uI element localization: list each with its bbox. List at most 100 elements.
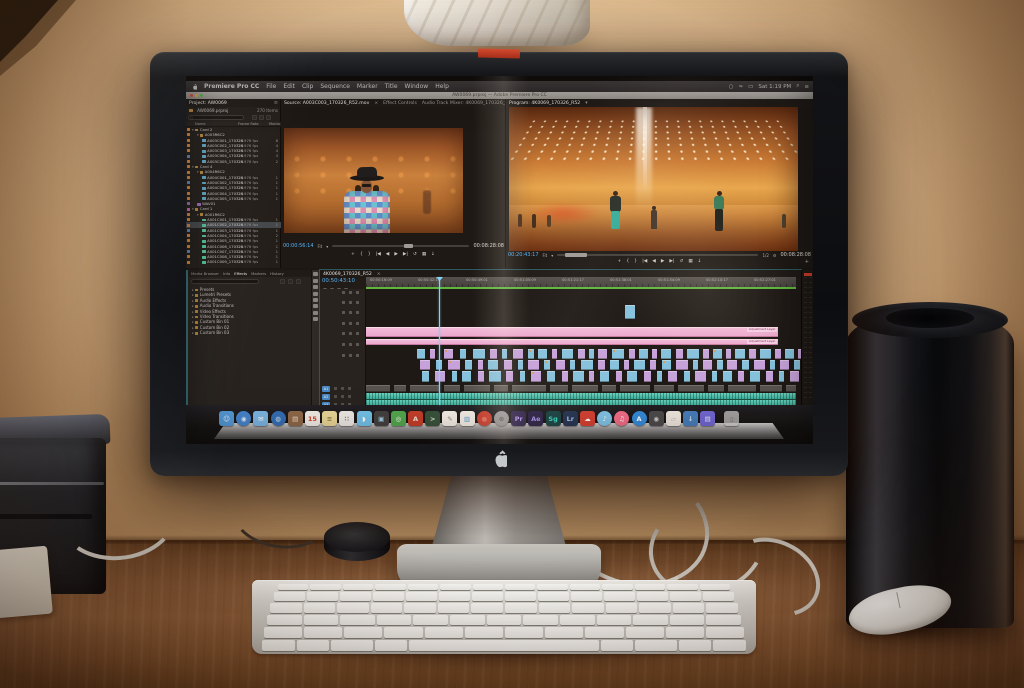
dock-safari[interactable]: ◉ [236, 411, 251, 426]
timeline-clip[interactable] [712, 371, 717, 382]
timeline-clip[interactable] [581, 360, 593, 370]
source-video-viewer[interactable] [284, 128, 463, 233]
wifi-icon[interactable]: ≈ [739, 84, 744, 90]
project-search-input[interactable] [188, 115, 244, 120]
video-track-header[interactable] [320, 320, 366, 327]
source-scrubber[interactable] [332, 245, 469, 247]
tool-button[interactable] [313, 298, 318, 302]
menu-title[interactable]: Title [385, 83, 398, 90]
timeline-clip[interactable] [717, 360, 723, 370]
icon-view-button[interactable] [259, 115, 264, 120]
video-track-header[interactable] [320, 330, 366, 337]
dock-red-app[interactable]: ● [477, 411, 492, 426]
audio-segment-clip[interactable] [760, 385, 782, 392]
panel-menu-icon[interactable]: ≡ [274, 100, 278, 106]
track-lock-icon[interactable] [349, 311, 352, 314]
timeline-clip[interactable] [489, 371, 501, 382]
track-lock-icon[interactable] [349, 291, 352, 294]
playback-resolution-select[interactable]: 1/2 [762, 253, 768, 258]
track-mute-icon[interactable] [334, 395, 337, 398]
timeline-clip[interactable] [598, 360, 605, 370]
clip-indicator[interactable] [804, 273, 812, 276]
track-toggle-icon[interactable] [342, 343, 345, 346]
timeline-clip[interactable] [713, 349, 722, 359]
track-toggle-icon[interactable] [342, 311, 345, 314]
timeline-clip[interactable] [749, 349, 756, 359]
menu-premiere-pro-cc[interactable]: Premiere Pro CC [204, 83, 259, 90]
timeline-clip[interactable] [627, 371, 637, 382]
dock-creative-cloud[interactable]: ☁ [580, 411, 595, 426]
dock-messages[interactable]: ◗ [357, 411, 372, 426]
timeline-clip[interactable] [629, 349, 635, 359]
dock-itunes[interactable]: ♪ [597, 411, 612, 426]
dock-textedit[interactable]: ✎ [442, 411, 457, 426]
timeline-clip[interactable] [750, 371, 760, 382]
timeline-clip[interactable] [727, 360, 737, 370]
track-target-icon[interactable] [356, 301, 359, 304]
dock-numbers[interactable]: ▥ [460, 411, 475, 426]
transport-button[interactable]: ◀ [652, 259, 656, 264]
track-lock-icon[interactable] [349, 354, 352, 357]
twisty-icon[interactable]: ▸ [192, 320, 194, 324]
timeline-clip[interactable] [420, 360, 430, 370]
timeline-clip[interactable] [693, 360, 698, 370]
timeline-clip[interactable] [502, 349, 507, 359]
col-frame-rate[interactable]: Frame Rate [238, 122, 259, 126]
audio-segment-clip[interactable] [464, 385, 490, 392]
program-zoom-select[interactable]: Fit [543, 253, 548, 258]
menu-marker[interactable]: Marker [357, 83, 378, 90]
apple-menu-icon[interactable] [192, 84, 197, 90]
audio-segment-clip[interactable] [366, 385, 390, 392]
dock-app-store[interactable]: A [632, 411, 647, 426]
timeline-clip[interactable] [448, 360, 460, 370]
track-solo-icon[interactable] [341, 387, 344, 390]
audio-segment-clip[interactable] [786, 385, 796, 392]
dock-mail[interactable]: ✉ [253, 411, 268, 426]
transport-button[interactable]: { [360, 252, 363, 257]
audio-track-label[interactable]: A2 [322, 394, 330, 400]
timeline-clip[interactable] [562, 349, 573, 359]
timeline-clip[interactable] [506, 371, 513, 382]
timeline-clip[interactable] [760, 349, 771, 359]
dock-photo-booth[interactable]: ▣ [374, 411, 389, 426]
timeline-clip[interactable] [652, 349, 657, 359]
video-track-header[interactable] [320, 299, 366, 306]
tab-effect-controls[interactable]: Effect Controls [383, 101, 417, 106]
timeline-ruler[interactable]: 00:50:16:0900:50:32:1700:50:49:0100:51:0… [366, 277, 796, 287]
timeline-clip[interactable] [661, 349, 671, 359]
timeline-clip[interactable] [528, 349, 534, 359]
video-track-header[interactable] [320, 289, 366, 296]
transport-button[interactable]: ▶| [669, 259, 674, 264]
menu-file[interactable]: File [266, 83, 276, 90]
timeline-clip[interactable] [624, 360, 629, 370]
timeline-clip[interactable] [780, 360, 789, 370]
tool-button[interactable] [313, 304, 318, 308]
tab-audio-track-mixer[interactable]: Audio Track Mixer: 4K0069_170326_R52 [422, 101, 505, 106]
dock-trash[interactable]: ▯ [724, 411, 739, 426]
timeline-clip[interactable] [695, 371, 706, 382]
transport-button[interactable]: |◀ [376, 252, 381, 257]
track-lock-icon[interactable] [349, 322, 352, 325]
audio-segment-clip[interactable] [494, 385, 508, 392]
timeline-clip[interactable] [600, 371, 609, 382]
timeline-clip[interactable] [462, 371, 471, 382]
timeline-clip[interactable] [452, 371, 457, 382]
menu-help[interactable]: Help [435, 83, 449, 90]
track-toggle-icon[interactable] [342, 322, 345, 325]
dock-contacts[interactable]: ▤ [288, 411, 303, 426]
timeline-clip[interactable] [430, 349, 435, 359]
scrubber-thumb[interactable] [404, 244, 413, 248]
tab-info[interactable]: Info [223, 271, 230, 276]
twisty-icon[interactable]: ▸ [192, 315, 194, 319]
timeline-clip[interactable] [738, 371, 744, 382]
track-toggle-icon[interactable] [348, 387, 351, 390]
transport-button[interactable]: ▦ [688, 259, 692, 264]
tab-close-icon[interactable]: × [377, 272, 381, 277]
tab-close-icon[interactable]: × [374, 101, 378, 106]
twisty-icon[interactable]: ▸ [192, 293, 194, 297]
timeline-clip[interactable] [460, 349, 466, 359]
transport-button[interactable]: ▶ [661, 259, 665, 264]
transport-button[interactable]: ↺ [679, 259, 683, 264]
audio-segment-clip[interactable] [620, 385, 650, 392]
track-target-icon[interactable] [356, 343, 359, 346]
